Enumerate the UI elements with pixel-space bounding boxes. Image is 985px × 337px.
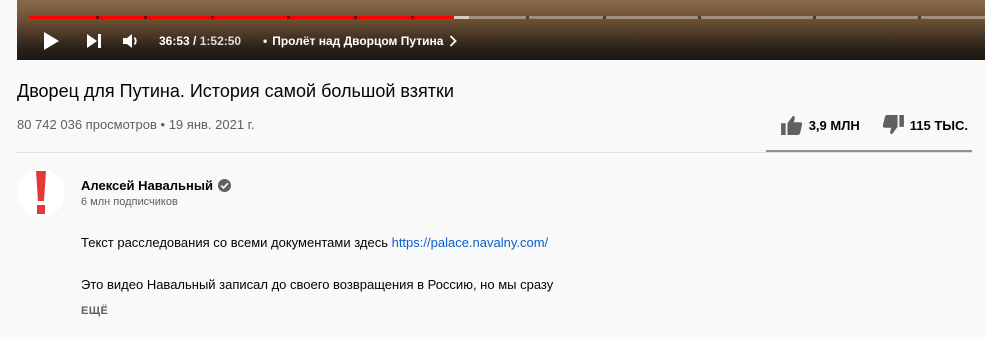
video-title: Дворец для Путина. История самой большой… bbox=[17, 81, 454, 101]
channel-avatar[interactable] bbox=[17, 169, 65, 217]
video-meta: 80 742 036 просмотров • 19 янв. 2021 г. bbox=[17, 117, 254, 132]
play-icon bbox=[44, 32, 59, 50]
video-player[interactable]: 36:53 / 1:52:50 • Пролёт над Дворцом Пут… bbox=[17, 0, 985, 60]
chapter-title: Пролёт над Дворцом Путина bbox=[272, 34, 444, 48]
chapter-marker bbox=[354, 16, 358, 19]
volume-button[interactable] bbox=[121, 31, 141, 51]
chapter-marker bbox=[210, 16, 214, 19]
chapter-marker bbox=[526, 16, 530, 19]
show-more-button[interactable]: ЕЩЁ bbox=[81, 305, 108, 317]
chapter-marker bbox=[287, 16, 291, 19]
next-button[interactable] bbox=[85, 32, 103, 50]
publish-date: 19 янв. 2021 г. bbox=[168, 117, 255, 132]
play-button[interactable] bbox=[41, 32, 61, 50]
chapter-marker bbox=[411, 16, 415, 19]
player-controls: 36:53 / 1:52:50 • Пролёт над Дворцом Пут… bbox=[17, 26, 985, 56]
current-time: 36:53 bbox=[159, 34, 190, 48]
progress-played bbox=[29, 16, 455, 19]
description-text: Текст расследования со всеми документами… bbox=[81, 235, 392, 250]
duration: 1:52:50 bbox=[199, 34, 242, 48]
next-icon bbox=[87, 34, 101, 48]
channel-name[interactable]: Алексей Навальный bbox=[81, 178, 231, 193]
progress-bar[interactable] bbox=[29, 16, 985, 19]
dislike-button[interactable]: 115 ТЫС. bbox=[882, 115, 968, 135]
like-button[interactable]: 3,9 МЛН bbox=[780, 115, 860, 135]
chapter-marker bbox=[698, 16, 702, 19]
chapter-marker bbox=[95, 16, 99, 19]
chapter-bullet: • bbox=[263, 34, 268, 48]
view-count: 80 742 036 просмотров bbox=[17, 117, 157, 132]
verified-badge-icon bbox=[217, 179, 231, 192]
thumb-down-icon bbox=[882, 115, 904, 135]
chapter-marker bbox=[918, 16, 922, 19]
time-separator: / bbox=[193, 34, 197, 48]
time-display: 36:53 / 1:52:50 bbox=[159, 34, 241, 48]
exclamation-logo-icon bbox=[17, 169, 65, 217]
chapter-marker bbox=[812, 16, 816, 19]
dislike-count: 115 ТЫС. bbox=[909, 117, 968, 133]
divider bbox=[17, 152, 972, 153]
description-link[interactable]: https://palace.navalny.com/ bbox=[392, 235, 549, 250]
thumb-up-icon bbox=[780, 115, 802, 135]
description-line-1: Текст расследования со всеми документами… bbox=[81, 235, 548, 250]
description-line-2: Это видео Навальный записал до своего во… bbox=[81, 277, 554, 292]
volume-icon bbox=[123, 34, 137, 48]
channel-name-text: Алексей Навальный bbox=[81, 178, 213, 193]
chapter-marker bbox=[602, 16, 606, 19]
meta-separator: • bbox=[160, 117, 166, 132]
chapter-marker bbox=[143, 16, 147, 19]
subscriber-count: 6 млн подписчиков bbox=[81, 196, 178, 208]
chevron-right-icon bbox=[449, 35, 458, 47]
video-actions: 3,9 МЛН 115 ТЫС. bbox=[780, 112, 968, 138]
chapter-button[interactable]: • Пролёт над Дворцом Путина bbox=[263, 34, 458, 48]
like-count: 3,9 МЛН bbox=[808, 117, 860, 133]
